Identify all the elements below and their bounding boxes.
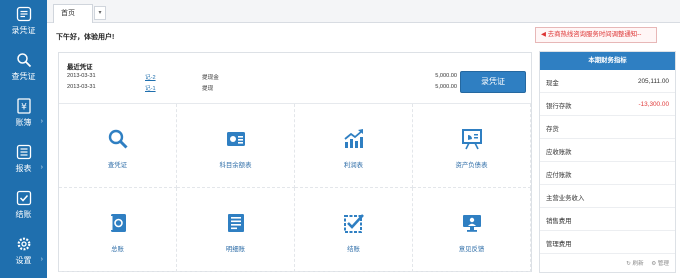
refresh-link[interactable]: ↻ 刷新 (626, 261, 643, 267)
finance-footer: ↻ 刷新 ⚙ 管理 (620, 259, 669, 267)
shortcut-account-balance[interactable]: 科目余额表 (177, 104, 295, 188)
voucher-description: 提现金 (202, 75, 219, 81)
finance-value: -13,300.00 (638, 101, 669, 108)
finance-row: 主营业务收入 (540, 185, 675, 208)
finance-row: 销售费用 (540, 208, 675, 231)
shortcut-label: 总账 (111, 246, 124, 253)
gear-icon (17, 237, 30, 251)
shortcut-income-statement[interactable]: 利润表 (295, 104, 413, 188)
finance-label: 银行存款 (546, 103, 572, 110)
sidebar-item-record-voucher[interactable]: 录凭证 (0, 0, 47, 46)
main-area: 首页 ▾ 下午好，体验用户! ◀ 去商热线咨询服务时间调整通知-- 最近凭证 2… (47, 0, 680, 278)
tab-home[interactable]: 首页 (53, 4, 93, 23)
checked-box-icon (343, 214, 364, 233)
account-balance-icon (226, 132, 245, 146)
shortcut-label: 明细账 (225, 246, 246, 253)
dashboard-card: 最近凭证 2013-03-31 记-2 提现金 5,000.00 2013-03… (58, 52, 532, 272)
finance-row: 应收账款 (540, 139, 675, 162)
shortcut-checkout[interactable]: 结账 (295, 188, 413, 272)
shortcut-label: 结账 (347, 246, 360, 253)
magnifier-icon (108, 129, 128, 149)
finance-label: 现金 (546, 80, 559, 87)
ledger-book-icon (109, 214, 126, 232)
shortcut-feedback[interactable]: 意见反馈 (413, 188, 531, 272)
tab-bar: 首页 ▾ (47, 0, 680, 23)
chevron-right-icon: › (40, 118, 43, 125)
finance-label: 存货 (546, 126, 559, 133)
finance-row: 银行存款 -13,300.00 (540, 93, 675, 116)
voucher-date: 2013-03-31 (67, 84, 96, 90)
chevron-right-icon: › (40, 256, 43, 263)
service-notice-link[interactable]: ◀ 去商热线咨询服务时间调整通知-- (535, 27, 657, 43)
recent-vouchers-title: 最近凭证 (67, 64, 93, 71)
voucher-number-link[interactable]: 记-1 (145, 84, 156, 92)
sidebar-item-reports[interactable]: 报表 › (0, 138, 47, 184)
trend-chart-icon (343, 129, 363, 148)
voucher-date: 2013-03-31 (67, 73, 96, 79)
voucher-amount: 5,000.00 (435, 84, 457, 90)
yen-ledger-icon: ¥ (16, 98, 31, 114)
finance-label: 销售费用 (546, 218, 572, 225)
voucher-row: 2013-03-31 记-1 提现 5,000.00 (67, 84, 457, 93)
chevron-right-icon: › (40, 164, 43, 171)
finance-row: 管理费用 (540, 231, 675, 254)
sidebar-item-search-voucher[interactable]: 查凭证 (0, 46, 47, 92)
finance-value: 205,111.00 (637, 78, 669, 85)
shortcut-general-ledger[interactable]: 总账 (59, 188, 177, 272)
svg-text:¥: ¥ (21, 103, 27, 113)
voucher-entry-icon (16, 6, 31, 22)
shortcut-balance-sheet[interactable]: 资产负债表 (413, 104, 531, 188)
presentation-board-icon (461, 129, 482, 150)
report-icon (16, 144, 31, 160)
shortcut-label: 资产负债表 (455, 162, 488, 169)
record-voucher-button[interactable]: 录凭证 (460, 71, 526, 93)
sidebar-item-label: 查凭证 (11, 72, 36, 81)
sidebar-item-ledger[interactable]: ¥ 账簿 › (0, 92, 47, 138)
finance-row: 应付账款 (540, 162, 675, 185)
financial-indicators-title: 本期财务指标 (540, 52, 675, 70)
voucher-description: 提现 (202, 86, 214, 92)
checkout-icon (16, 190, 31, 206)
manage-link[interactable]: ⚙ 管理 (651, 261, 669, 267)
search-voucher-icon (16, 53, 31, 68)
tab-dropdown-button[interactable]: ▾ (94, 6, 106, 20)
shortcut-label: 查凭证 (107, 162, 128, 169)
feedback-monitor-icon (462, 215, 481, 232)
greeting-text: 下午好，体验用户! (56, 34, 115, 41)
finance-row: 现金 205,111.00 (540, 70, 675, 93)
financial-indicators-panel: 本期财务指标 现金 205,111.00 银行存款 -13,300.00 存货 应收… (539, 51, 676, 273)
shortcut-grid: 查凭证 科目余额表 利润表 资产负债表 总账 明细账 结账 意见反馈 (59, 103, 531, 272)
voucher-number-link[interactable]: 记-2 (145, 73, 156, 81)
sidebar-item-label: 结账 (15, 210, 32, 219)
finance-row: 存货 (540, 116, 675, 139)
sidebar-item-settings[interactable]: 设置 › (0, 230, 47, 276)
voucher-amount: 5,000.00 (435, 73, 457, 79)
detail-ledger-icon (227, 214, 244, 232)
voucher-row: 2013-03-31 记-2 提现金 5,000.00 (67, 73, 457, 82)
shortcut-search-voucher[interactable]: 查凭证 (59, 104, 177, 188)
finance-label: 应付账款 (546, 172, 572, 179)
sidebar-item-checkout[interactable]: 结账 (0, 184, 47, 230)
finance-label: 应收账款 (546, 149, 572, 156)
shortcut-label: 科目余额表 (219, 162, 252, 169)
shortcut-label: 意见反馈 (458, 246, 485, 253)
finance-label: 管理费用 (546, 241, 572, 248)
finance-label: 主营业务收入 (546, 195, 585, 202)
sidebar: 录凭证 查凭证 ¥ 账簿 › 报表 › 结账 设置 › (0, 0, 47, 278)
shortcut-detail-ledger[interactable]: 明细账 (177, 188, 295, 272)
shortcut-label: 利润表 (343, 162, 364, 169)
sidebar-item-label: 录凭证 (11, 26, 36, 35)
